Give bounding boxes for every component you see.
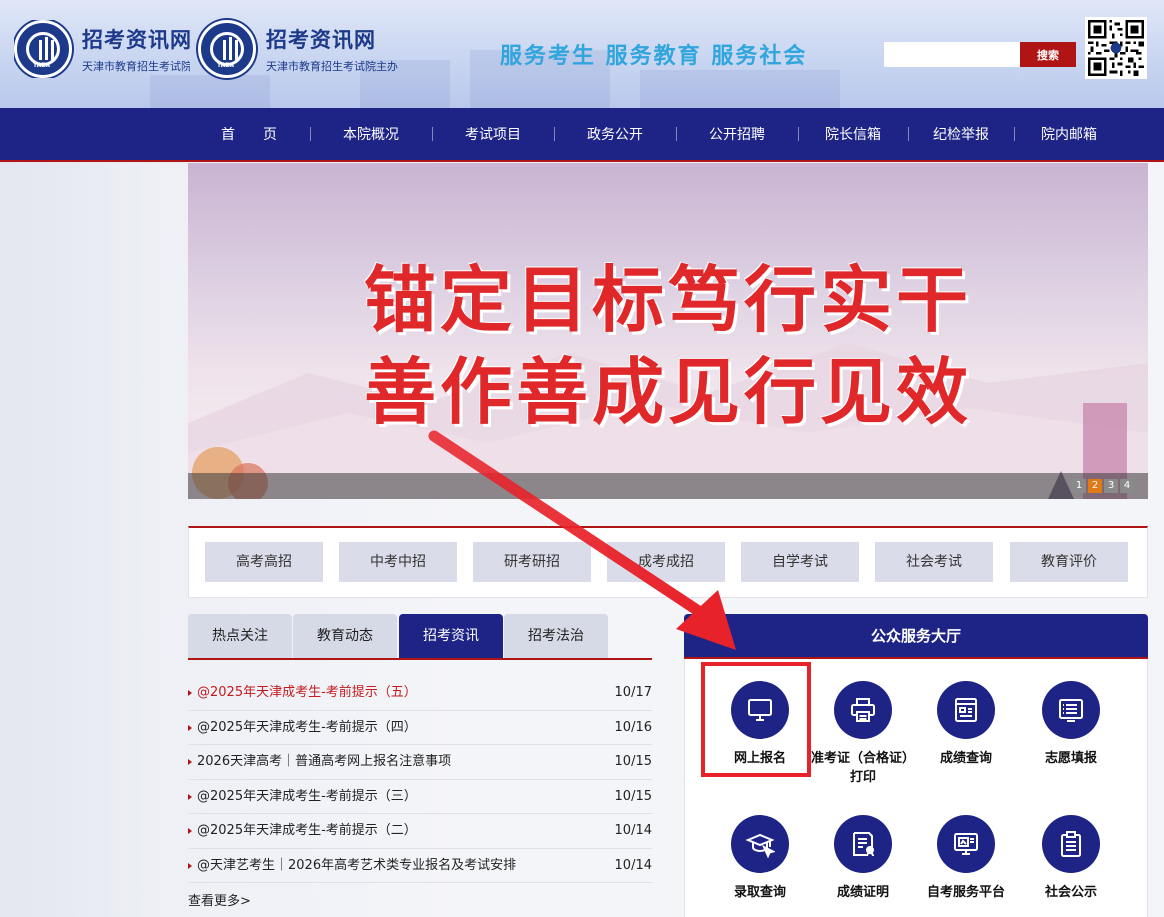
tab-hot-topics[interactable]: 热点关注 [188, 614, 292, 659]
category-zhongkao[interactable]: 中考中招 [339, 542, 457, 582]
service-label: 社会公示 [1044, 885, 1097, 900]
news-date: 10/16 [614, 719, 652, 735]
bullet-triangle-icon [188, 759, 192, 765]
banner-dot-1[interactable]: 1 [1072, 479, 1086, 493]
news-item[interactable]: @2025年天津成考生-考前提示（三） 10/15 [188, 780, 652, 814]
service-label: 成绩查询 [939, 751, 992, 766]
annotation-highlight-box [701, 662, 811, 777]
score-query-icon [937, 681, 995, 739]
category-adult-exam[interactable]: 成考成招 [607, 542, 725, 582]
search-input[interactable] [884, 42, 1020, 67]
service-label: 成绩证明 [836, 885, 889, 900]
nav-disciplinary-report[interactable]: 纪检举报 [908, 124, 1014, 144]
news-title[interactable]: @2025年天津成考生-考前提示（三） [197, 780, 417, 814]
bullet-triangle-icon [188, 690, 192, 696]
news-item[interactable]: 2026天津高考｜普通高考网上报名注意事项 10/15 [188, 745, 652, 780]
tabs-underline [188, 658, 652, 660]
nav-recruitment[interactable]: 公开招聘 [676, 124, 798, 144]
service-label: 自考服务平台 [926, 885, 1005, 900]
service-label: 准考证（合格证）打印 [811, 751, 916, 785]
list-board-icon [1042, 681, 1100, 739]
news-date: 10/15 [614, 788, 652, 804]
search-button[interactable]: 搜索 [1020, 42, 1076, 67]
banner-dot-2[interactable]: 2 [1088, 479, 1102, 493]
service-self-exam-platform[interactable]: 自考服务平台 [914, 815, 1018, 902]
service-admission-ticket-print[interactable]: 准考证（合格证）打印 [811, 681, 915, 787]
news-title[interactable]: @2025年天津成考生-考前提示（二） [197, 814, 417, 848]
nav-government-affairs[interactable]: 政务公开 [554, 124, 676, 144]
category-graduate-exam[interactable]: 研考研招 [473, 542, 591, 582]
banner-dot-3[interactable]: 3 [1104, 479, 1118, 493]
logo-secondary[interactable]: TAEA 招考资讯网 天津市教育招生考试院主办 [198, 20, 398, 78]
self-exam-platform-icon [937, 815, 995, 873]
banner-pagination: 1 2 3 4 [1072, 479, 1134, 493]
news-title[interactable]: @2025年天津成考生-考前提示（五） [197, 676, 417, 710]
logo-title: 招考资讯网 [82, 28, 190, 52]
logo-title: 招考资讯网 [266, 28, 376, 52]
nav-director-mailbox[interactable]: 院长信箱 [798, 124, 908, 144]
nav-about[interactable]: 本院概况 [310, 124, 432, 144]
exam-category-panel: 高考高招 中考中招 研考研招 成考成招 自学考试 社会考试 教育评价 [188, 526, 1148, 598]
news-date: 10/15 [614, 754, 652, 769]
certificate-icon [834, 815, 892, 873]
banner-headline-1: 锚定目标笃行实干 [363, 258, 972, 342]
category-social-exam[interactable]: 社会考试 [875, 542, 993, 582]
service-public-notice[interactable]: 社会公示 [1019, 815, 1123, 902]
bullet-triangle-icon [188, 862, 192, 869]
printer-icon [834, 681, 892, 739]
clipboard-icon [1042, 815, 1100, 873]
tab-exam-law[interactable]: 招考法治 [504, 614, 608, 659]
banner-dot-4[interactable]: 4 [1120, 479, 1134, 493]
news-title[interactable]: 2026天津高考｜普通高考网上报名注意事项 [197, 745, 451, 779]
nav-internal-mailbox[interactable]: 院内邮箱 [1014, 124, 1124, 144]
bullet-triangle-icon [188, 793, 192, 800]
graduation-cap-icon [731, 815, 789, 873]
nav-home[interactable]: 首 页 [188, 124, 310, 144]
category-education-evaluation[interactable]: 教育评价 [1010, 542, 1128, 582]
banner-caption-bar [188, 473, 1148, 499]
news-list: @2025年天津成考生-考前提示（五） 10/17 @2025年天津成考生-考前… [188, 676, 652, 883]
service-admission-query[interactable]: 录取查询 [708, 815, 812, 902]
qr-code-icon [1085, 17, 1147, 79]
banner-headline-2: 善作善成见行见效 [363, 350, 972, 434]
main-nav: 首 页 本院概况 考试项目 政务公开 公开招聘 院长信箱 纪检举报 院内邮箱 [0, 108, 1164, 162]
tab-exam-news[interactable]: 招考资讯 [399, 614, 503, 659]
news-item[interactable]: @2025年天津成考生-考前提示（五） 10/17 [188, 676, 652, 711]
news-item[interactable]: @2025年天津成考生-考前提示（二） 10/14 [188, 814, 652, 849]
logo-subtitle: 天津市教育招生考试院主办 [266, 60, 398, 73]
news-item[interactable]: @天津艺考生｜2026年高考艺术类专业报名及考试安排 10/14 [188, 849, 652, 883]
nav-exams[interactable]: 考试项目 [432, 124, 554, 144]
logo-primary[interactable]: TAEA 招考资讯网 天津市教育招生考试院主办 [14, 20, 190, 78]
news-title[interactable]: @2025年天津成考生-考前提示（四） [197, 711, 417, 745]
news-item[interactable]: @2025年天津成考生-考前提示（四） 10/16 [188, 711, 652, 745]
service-score-query[interactable]: 成绩查询 [914, 681, 1018, 768]
service-application-filling[interactable]: 志愿填报 [1019, 681, 1123, 768]
news-date: 10/17 [614, 685, 652, 700]
slogan: 服务考生 服务教育 服务社会 [500, 43, 808, 69]
taea-logo-icon: TAEA [14, 20, 72, 78]
category-gaokao[interactable]: 高考高招 [205, 542, 323, 582]
bullet-triangle-icon [188, 724, 192, 731]
logo-subtitle: 天津市教育招生考试院主办 [82, 60, 190, 73]
service-label: 志愿填报 [1044, 751, 1097, 766]
service-label: 录取查询 [733, 885, 786, 900]
service-score-certificate[interactable]: 成绩证明 [811, 815, 915, 902]
bullet-triangle-icon [188, 828, 192, 834]
news-date: 10/14 [614, 857, 652, 873]
tab-education-news[interactable]: 教育动态 [293, 614, 397, 659]
banner-carousel[interactable]: 锚定目标笃行实干 善作善成见行见效 1 2 3 4 [188, 163, 1148, 499]
category-self-study-exam[interactable]: 自学考试 [741, 542, 859, 582]
more-news-link[interactable]: 查看更多> [188, 890, 251, 909]
site-header: TAEA 招考资讯网 天津市教育招生考试院主办 TAEA 招考资讯网 天津市教育… [0, 0, 1164, 108]
taea-logo-icon: TAEA [198, 20, 256, 78]
news-date: 10/14 [614, 823, 652, 838]
news-tabs: 热点关注 教育动态 招考资讯 招考法治 [188, 614, 652, 659]
service-hall-title: 公众服务大厅 [684, 614, 1148, 659]
news-title[interactable]: @天津艺考生｜2026年高考艺术类专业报名及考试安排 [197, 849, 516, 883]
